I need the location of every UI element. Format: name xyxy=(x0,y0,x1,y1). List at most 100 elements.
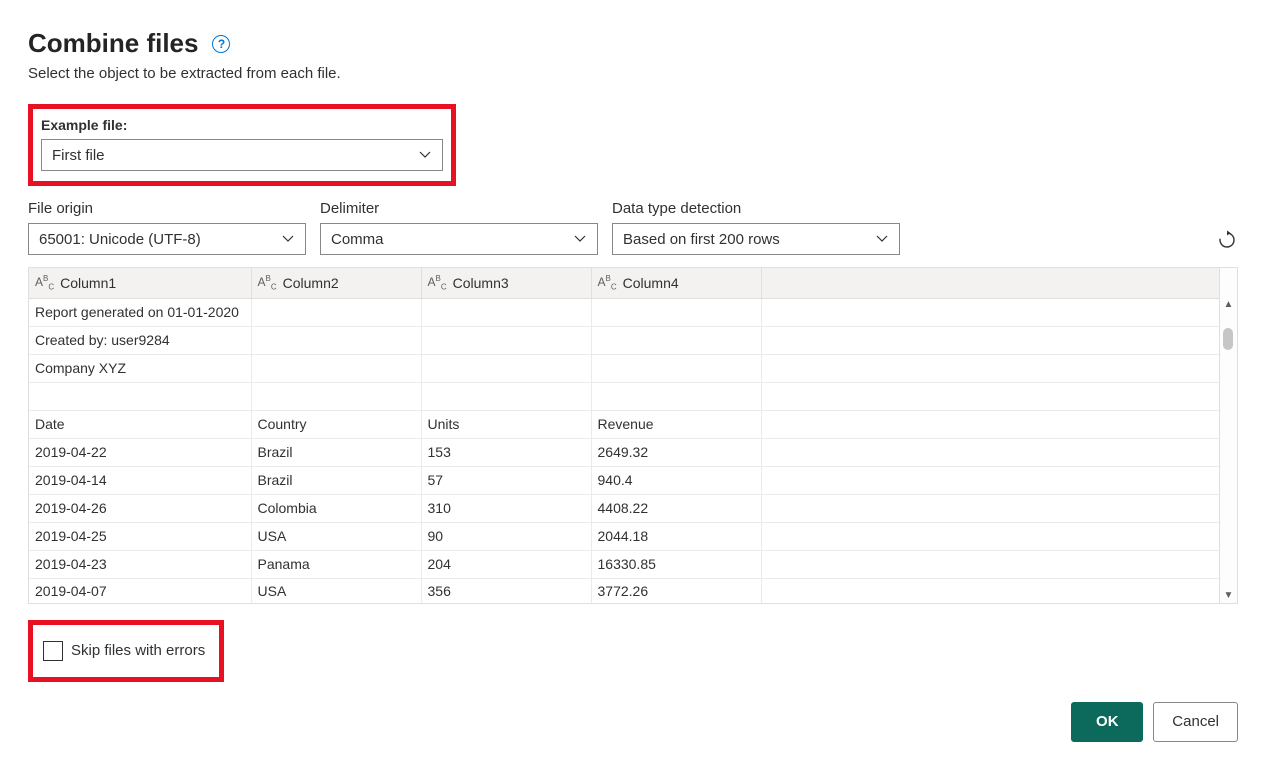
table-cell: Colombia xyxy=(251,494,421,522)
table-cell-filler xyxy=(761,298,1219,326)
table-cell-filler xyxy=(761,550,1219,578)
file-origin-dropdown[interactable]: 65001: Unicode (UTF-8) xyxy=(28,223,306,255)
table-cell xyxy=(251,354,421,382)
file-origin-label: File origin xyxy=(28,200,306,217)
delimiter-dropdown[interactable]: Comma xyxy=(320,223,598,255)
help-icon[interactable]: ? xyxy=(212,35,230,53)
table-cell-filler xyxy=(761,578,1219,603)
table-cell: Date xyxy=(29,410,251,438)
dialog-subtitle: Select the object to be extracted from e… xyxy=(28,65,1238,82)
table-cell xyxy=(251,298,421,326)
table-cell: 2019-04-22 xyxy=(29,438,251,466)
table-row: 2019-04-23Panama20416330.85 xyxy=(29,550,1219,578)
refresh-icon[interactable] xyxy=(1216,229,1238,251)
table-cell: Revenue xyxy=(591,410,761,438)
chevron-down-icon xyxy=(573,232,587,246)
table-cell: 204 xyxy=(421,550,591,578)
table-cell-filler xyxy=(761,494,1219,522)
example-file-dropdown[interactable]: First file xyxy=(41,139,443,171)
scroll-up-icon[interactable]: ▲ xyxy=(1220,298,1237,312)
column-header-label: Column2 xyxy=(283,275,339,291)
table-row xyxy=(29,382,1219,410)
delimiter-label: Delimiter xyxy=(320,200,598,217)
table-cell: 2019-04-14 xyxy=(29,466,251,494)
table-cell: Report generated on 01-01-2020 xyxy=(29,298,251,326)
dialog-title: Combine files xyxy=(28,28,198,59)
detection-value: Based on first 200 rows xyxy=(623,231,780,248)
table-cell xyxy=(421,326,591,354)
table-cell xyxy=(421,354,591,382)
table-cell: 940.4 xyxy=(591,466,761,494)
chevron-down-icon xyxy=(875,232,889,246)
table-cell: 16330.85 xyxy=(591,550,761,578)
column-header[interactable]: ABC Column4 xyxy=(591,268,761,298)
table-cell xyxy=(591,382,761,410)
table-cell xyxy=(421,298,591,326)
table-row: Company XYZ xyxy=(29,354,1219,382)
table-cell xyxy=(251,326,421,354)
delimiter-value: Comma xyxy=(331,231,384,248)
scroll-track[interactable] xyxy=(1220,312,1237,589)
table-cell: USA xyxy=(251,578,421,603)
table-cell-filler xyxy=(761,438,1219,466)
table-cell xyxy=(591,326,761,354)
table-cell: Created by: user9284 xyxy=(29,326,251,354)
table-cell xyxy=(591,354,761,382)
table-cell: 153 xyxy=(421,438,591,466)
column-header-label: Column1 xyxy=(60,275,116,291)
table-cell: 57 xyxy=(421,466,591,494)
cancel-button[interactable]: Cancel xyxy=(1153,702,1238,742)
table-row: 2019-04-14Brazil57940.4 xyxy=(29,466,1219,494)
table-cell-filler xyxy=(761,522,1219,550)
table-cell-filler xyxy=(761,326,1219,354)
scroll-thumb[interactable] xyxy=(1223,328,1233,350)
table-cell: 2044.18 xyxy=(591,522,761,550)
table-cell: 3772.26 xyxy=(591,578,761,603)
datatype-abc-icon: ABC xyxy=(258,274,277,291)
table-cell: USA xyxy=(251,522,421,550)
scrollbar[interactable]: ▲ ▼ xyxy=(1220,267,1238,604)
table-cell-filler xyxy=(761,382,1219,410)
column-header-filler xyxy=(761,268,1219,298)
table-row: 2019-04-22Brazil1532649.32 xyxy=(29,438,1219,466)
table-row: Report generated on 01-01-2020 xyxy=(29,298,1219,326)
column-header-label: Column3 xyxy=(453,275,509,291)
datatype-abc-icon: ABC xyxy=(428,274,447,291)
detection-field: Data type detection Based on first 200 r… xyxy=(612,200,900,255)
skip-errors-checkbox[interactable] xyxy=(43,641,63,661)
table-cell: 2019-04-26 xyxy=(29,494,251,522)
example-file-highlight: Example file: First file xyxy=(28,104,456,186)
table-cell: Company XYZ xyxy=(29,354,251,382)
table-cell xyxy=(29,382,251,410)
table-cell xyxy=(421,382,591,410)
table-cell: Country xyxy=(251,410,421,438)
table-row: 2019-04-25USA902044.18 xyxy=(29,522,1219,550)
table-cell xyxy=(251,382,421,410)
file-origin-value: 65001: Unicode (UTF-8) xyxy=(39,231,201,248)
scroll-down-icon[interactable]: ▼ xyxy=(1220,589,1237,603)
table-cell: 310 xyxy=(421,494,591,522)
table-cell: Brazil xyxy=(251,438,421,466)
chevron-down-icon xyxy=(418,148,432,162)
table-cell: 356 xyxy=(421,578,591,603)
table-row: DateCountryUnitsRevenue xyxy=(29,410,1219,438)
example-file-label: Example file: xyxy=(41,117,443,133)
table-cell: 90 xyxy=(421,522,591,550)
table-cell: Units xyxy=(421,410,591,438)
file-origin-field: File origin 65001: Unicode (UTF-8) xyxy=(28,200,306,255)
table-cell-filler xyxy=(761,410,1219,438)
column-header[interactable]: ABC Column3 xyxy=(421,268,591,298)
table-cell: Brazil xyxy=(251,466,421,494)
preview-table: ABCColumn1 ABC Column2 ABC Column3 ABC Column4… xyxy=(28,267,1220,604)
table-cell: Panama xyxy=(251,550,421,578)
column-header-label: Column4 xyxy=(623,275,679,291)
table-cell: 2649.32 xyxy=(591,438,761,466)
ok-button[interactable]: OK xyxy=(1071,702,1143,742)
table-cell-filler xyxy=(761,354,1219,382)
table-cell: 2019-04-07 xyxy=(29,578,251,603)
datatype-abc-icon: ABC xyxy=(598,274,617,291)
column-header[interactable]: ABCColumn1 xyxy=(29,268,251,298)
table-cell xyxy=(591,298,761,326)
column-header[interactable]: ABC Column2 xyxy=(251,268,421,298)
detection-dropdown[interactable]: Based on first 200 rows xyxy=(612,223,900,255)
